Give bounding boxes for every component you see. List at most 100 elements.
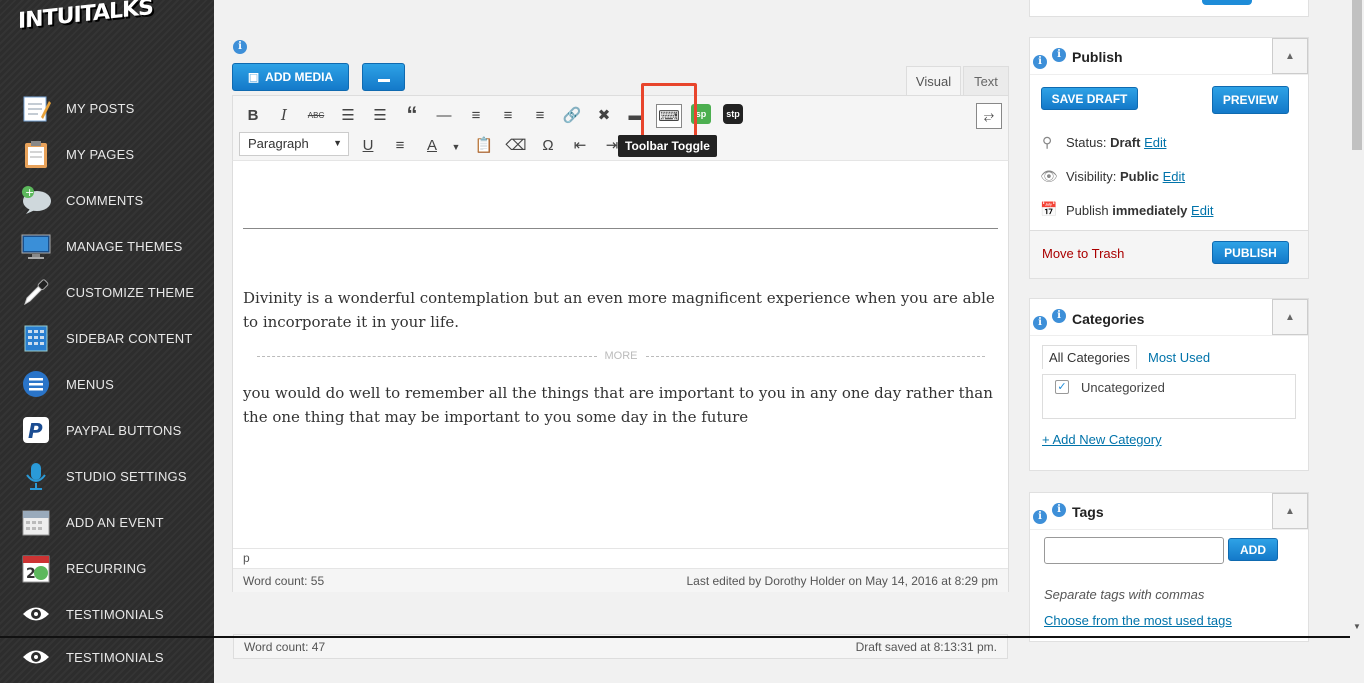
sidebar-item-label: STUDIO SETTINGS bbox=[66, 468, 187, 484]
tab-visual[interactable]: Visual bbox=[906, 66, 961, 96]
underline-icon[interactable]: U bbox=[357, 134, 379, 156]
sidebar-item-label: ADD AN EVENT bbox=[66, 514, 164, 530]
edit-status-link[interactable]: Edit bbox=[1144, 135, 1166, 150]
fullscreen-icon[interactable]: ⥂ bbox=[976, 103, 1002, 129]
sidebar-item-menus[interactable]: MENUS bbox=[0, 364, 214, 404]
info-icon[interactable]: i bbox=[1052, 48, 1066, 62]
paragraph[interactable]: Divinity is a wonderful contemplation bu… bbox=[243, 286, 998, 334]
add-tag-button[interactable]: ADD bbox=[1228, 538, 1278, 561]
sidebar-item-label: MENUS bbox=[66, 376, 114, 392]
choose-tags-link[interactable]: Choose from the most used tags bbox=[1044, 613, 1232, 628]
unlink-icon[interactable]: ✖ bbox=[593, 104, 615, 126]
eye-icon bbox=[20, 598, 52, 630]
highlight-box bbox=[641, 83, 697, 138]
save-draft-button[interactable]: SAVE DRAFT bbox=[1041, 87, 1138, 110]
link-icon[interactable]: 🔗 bbox=[561, 104, 583, 126]
plugin-stp-icon[interactable]: stp bbox=[723, 104, 743, 124]
sidebar-item-recurring[interactable]: 2 RECURRING bbox=[0, 548, 214, 588]
sidebar-item-label: MANAGE THEMES bbox=[66, 238, 183, 254]
paste-text-icon[interactable]: 📋 bbox=[473, 134, 495, 156]
eye-icon: 👁 bbox=[1040, 168, 1058, 184]
box-title: Categories bbox=[1072, 311, 1145, 327]
sidebar-item-testimonials[interactable]: TESTIMONIALS bbox=[0, 637, 214, 677]
chevron-down-icon[interactable]: ▼ bbox=[445, 136, 467, 158]
sidebar-item-label: TESTIMONIALS bbox=[66, 606, 164, 622]
info-icon[interactable]: i bbox=[1052, 309, 1066, 323]
bold-icon[interactable]: B bbox=[242, 104, 264, 126]
info-icon[interactable]: i bbox=[233, 40, 247, 54]
sidebar-item-manage-themes[interactable]: MANAGE THEMES bbox=[0, 226, 214, 266]
sidebar-item-label: RECURRING bbox=[66, 560, 147, 576]
sidebar-item-comments[interactable]: + COMMENTS bbox=[0, 180, 214, 220]
preview-button[interactable]: PREVIEW bbox=[1212, 86, 1289, 114]
eyedropper-icon bbox=[20, 276, 52, 308]
special-character-icon[interactable]: Ω bbox=[537, 134, 559, 156]
edit-publish-time-link[interactable]: Edit bbox=[1191, 203, 1213, 218]
align-right-icon[interactable]: ≡ bbox=[529, 104, 551, 126]
info-icon[interactable]: i bbox=[1033, 55, 1047, 69]
sidebar-item-customize-theme[interactable]: CUSTOMIZE THEME bbox=[0, 272, 214, 312]
word-count: Word count: 47 bbox=[244, 640, 326, 654]
visibility-row: Visibility: Public Edit bbox=[1066, 169, 1186, 184]
info-icon[interactable]: i bbox=[1052, 503, 1066, 517]
chevron-down-icon: ▼ bbox=[333, 138, 342, 148]
info-icon[interactable]: i bbox=[1033, 316, 1047, 330]
numbered-list-icon[interactable]: ☰ bbox=[369, 104, 391, 126]
justify-icon[interactable]: ≡ bbox=[389, 134, 411, 156]
comments-icon: + bbox=[20, 184, 52, 216]
move-to-trash-link[interactable]: Move to Trash bbox=[1042, 246, 1124, 261]
site-logo[interactable]: INTUITALKS bbox=[18, 0, 153, 34]
edit-visibility-link[interactable]: Edit bbox=[1163, 169, 1185, 184]
strikethrough-icon[interactable]: ABC bbox=[305, 104, 327, 126]
category-checkbox[interactable]: ✓ bbox=[1055, 380, 1069, 394]
publish-button[interactable]: PUBLISH bbox=[1212, 241, 1289, 264]
sidebar-item-label: TESTIMONIALS bbox=[66, 649, 164, 665]
align-left-icon[interactable]: ≡ bbox=[465, 104, 487, 126]
tag-input[interactable] bbox=[1044, 537, 1224, 564]
paragraph[interactable]: you would do well to remember all the th… bbox=[243, 381, 998, 429]
collapse-button[interactable]: ▲ bbox=[1272, 38, 1308, 74]
horizontal-line-icon[interactable]: — bbox=[433, 104, 455, 126]
horizontal-rule bbox=[243, 228, 998, 229]
tab-text[interactable]: Text bbox=[963, 66, 1009, 96]
sidebar-item-studio-settings[interactable]: STUDIO SETTINGS bbox=[0, 456, 214, 496]
tab-most-used[interactable]: Most Used bbox=[1148, 350, 1210, 365]
sidebar-item-my-pages[interactable]: MY PAGES bbox=[0, 134, 214, 174]
align-center-icon[interactable]: ≡ bbox=[497, 104, 519, 126]
path-bar: p bbox=[233, 548, 1008, 567]
tags-box: i i Tags ▲ ADD Separate tags with commas… bbox=[1029, 492, 1309, 642]
scroll-down-icon[interactable]: ▼ bbox=[1353, 622, 1361, 631]
sidebar-item-add-an-event[interactable]: ADD AN EVENT bbox=[0, 502, 214, 542]
sidebar-item-paypal-buttons[interactable]: P PAYPAL BUTTONS bbox=[0, 410, 214, 450]
page-scrollbar[interactable]: ▼ bbox=[1350, 0, 1364, 683]
text-color-icon[interactable]: A bbox=[421, 134, 443, 156]
divider bbox=[0, 636, 1364, 638]
add-new-category-link[interactable]: + Add New Category bbox=[1042, 432, 1162, 447]
sidebar-item-label: MY POSTS bbox=[66, 100, 135, 116]
admin-sidebar: INTUITALKS MY POSTS MY PAGES + COMMENTS … bbox=[0, 0, 214, 683]
tooltip: Toolbar Toggle bbox=[618, 135, 717, 157]
sidebar-icon bbox=[20, 322, 52, 354]
svg-text:+: + bbox=[25, 186, 34, 199]
publish-actions: Move to Trash PUBLISH bbox=[1030, 230, 1308, 278]
collapse-button[interactable]: ▲ bbox=[1272, 493, 1308, 529]
bullet-list-icon[interactable]: ☰ bbox=[337, 104, 359, 126]
categories-box: i i Categories ▲ All Categories Most Use… bbox=[1029, 298, 1309, 471]
sidebar-item-my-posts[interactable]: MY POSTS bbox=[0, 88, 214, 128]
info-icon[interactable]: i bbox=[1033, 510, 1047, 524]
form-icon bbox=[377, 72, 390, 82]
paypal-icon: P bbox=[20, 414, 52, 446]
more-separator: MORE bbox=[257, 349, 985, 363]
collapse-button[interactable]: ▲ bbox=[1272, 299, 1308, 335]
clear-formatting-icon[interactable]: ⌫ bbox=[505, 134, 527, 156]
outdent-icon[interactable]: ⇤ bbox=[569, 134, 591, 156]
blockquote-icon[interactable]: “ bbox=[401, 102, 423, 127]
italic-icon[interactable]: I bbox=[273, 104, 295, 126]
scroll-thumb[interactable] bbox=[1352, 0, 1362, 150]
add-media-button[interactable]: ▣ ADD MEDIA bbox=[232, 63, 349, 91]
sidebar-item-sidebar-content[interactable]: SIDEBAR CONTENT bbox=[0, 318, 214, 358]
format-select[interactable]: Paragraph ▼ bbox=[239, 132, 349, 156]
form-insert-button[interactable] bbox=[362, 63, 405, 91]
tab-all-categories[interactable]: All Categories bbox=[1042, 345, 1137, 369]
sidebar-item-testimonials[interactable]: TESTIMONIALS bbox=[0, 594, 214, 634]
